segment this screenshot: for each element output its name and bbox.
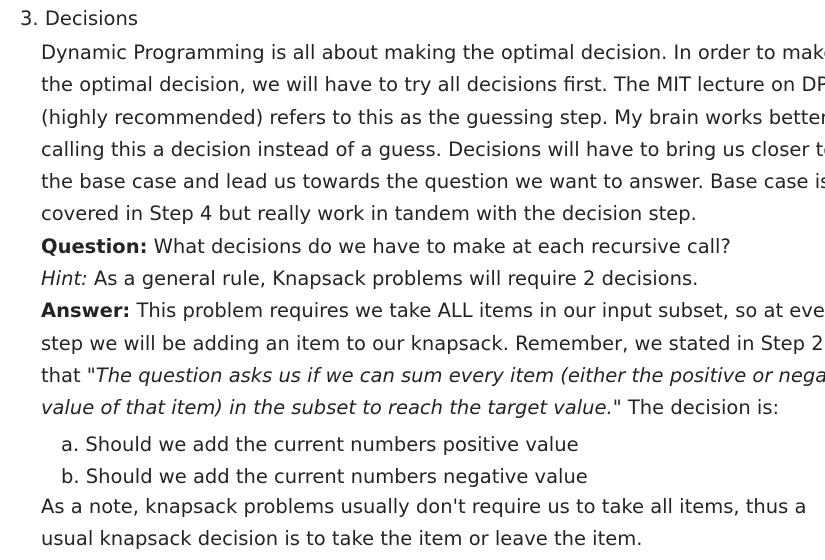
- hint-text: As a general rule, Knapsack problems wil…: [87, 267, 699, 291]
- section-heading: 3. Decisions: [20, 6, 138, 32]
- decision-text: Should we add the current numbers negati…: [85, 464, 588, 488]
- intro-line: Dynamic Programming is all about making …: [41, 41, 825, 64]
- question-line: Question: What decisions do we have to m…: [41, 231, 816, 263]
- answer-quote-italic: value of that item) in the subset to rea…: [41, 396, 613, 420]
- section-body: Dynamic Programming is all about making …: [41, 37, 825, 556]
- document-page: 3. Decisions Dynamic Programming is all …: [0, 0, 825, 560]
- decision-item: b. Should we add the current numbers neg…: [41, 461, 816, 493]
- intro-line: calling this a decision instead of a gue…: [41, 137, 825, 161]
- intro-line: the optimal decision, we will have to tr…: [41, 73, 825, 97]
- note-line: As a note, knapsack problems usually don…: [41, 495, 807, 519]
- question-label: Question:: [41, 234, 148, 258]
- answer-quote-italic: The question asks us if we can sum every…: [95, 363, 825, 387]
- answer-line: step we will be adding an item to our kn…: [41, 331, 824, 355]
- note-line: usual knapsack decision is to take the i…: [41, 527, 643, 551]
- decision-marker: a.: [61, 432, 80, 456]
- answer-quote-suffix: " The decision is:: [612, 396, 780, 420]
- section-title: Decisions: [44, 7, 138, 30]
- question-text: What decisions do we have to make at eac…: [147, 234, 731, 258]
- hint-line: Hint: As a general rule, Knapsack proble…: [41, 263, 816, 295]
- intro-line: covered in Step 4 but really work in tan…: [41, 202, 697, 226]
- decision-marker: b.: [61, 464, 80, 488]
- decision-item: a. Should we add the current numbers pos…: [41, 429, 816, 461]
- section-number: 3.: [20, 7, 39, 30]
- answer-text: This problem requires we take ALL items …: [130, 299, 825, 323]
- answer-line: value of that item) in the subset to rea…: [41, 392, 816, 424]
- decision-list: a. Should we add the current numbers pos…: [41, 429, 816, 494]
- answer-quote-prefix: that ": [41, 363, 96, 387]
- intro-line: the base case and lead us towards the qu…: [41, 170, 825, 194]
- hint-label: Hint:: [41, 267, 88, 291]
- intro-line: (highly recommended) refers to this as t…: [41, 105, 825, 129]
- answer-line: that "The question asks us if we can sum…: [41, 360, 825, 392]
- answer-line: Answer: This problem requires we take AL…: [41, 295, 825, 327]
- answer-label: Answer:: [41, 299, 131, 323]
- decision-text: Should we add the current numbers positi…: [85, 432, 579, 456]
